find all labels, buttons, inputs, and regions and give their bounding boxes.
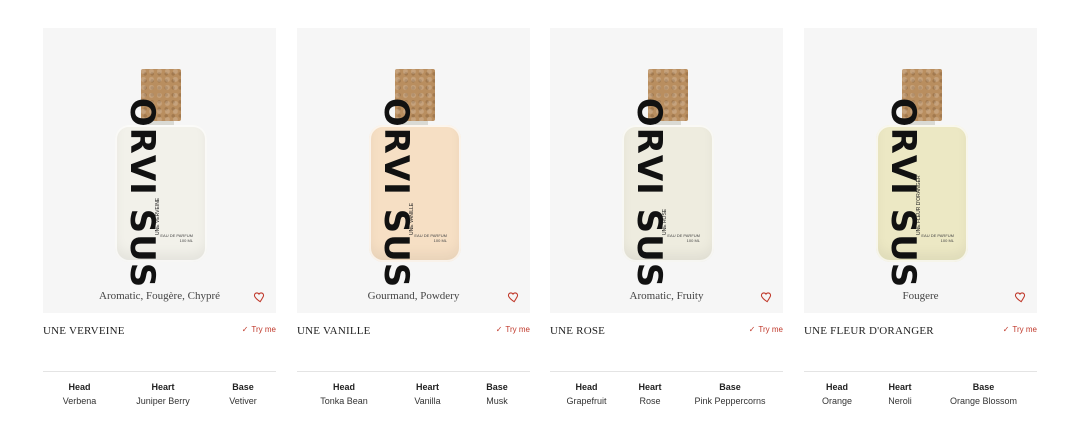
note-heart: Heart Juniper Berry: [136, 382, 190, 406]
note-heart: Heart Rose: [638, 382, 662, 406]
divider: [297, 371, 530, 372]
note-heart: Heart Vanilla: [414, 382, 441, 406]
product-image[interactable]: ORVI SUS UNE FLEUR D'ORANGER EAU DE PARF…: [804, 28, 1037, 313]
perfume-bottle: ORVI SUS UNE FLEUR D'ORANGER EAU DE PARF…: [876, 69, 968, 288]
product-name[interactable]: UNE ROSE: [550, 325, 605, 337]
product-card[interactable]: ORVI SUS UNE FLEUR D'ORANGER EAU DE PARF…: [804, 28, 1037, 428]
product-image[interactable]: ORVI SUS UNE VANILLE EAU DE PARFUM 100 ML…: [297, 28, 530, 313]
checkmark-icon: ✓: [1002, 325, 1010, 334]
perfume-bottle: ORVI SUS UNE VANILLE EAU DE PARFUM 100 ML: [369, 69, 461, 288]
bottle-scent-name: UNE ROSE: [662, 208, 668, 235]
product-card[interactable]: ORVI SUS UNE ROSE EAU DE PARFUM 100 ML Ar…: [550, 28, 783, 428]
bottle-scent-name: UNE FLEUR D'ORANGER: [916, 175, 922, 235]
scent-notes: Head Tonka Bean Heart Vanilla Base Musk: [297, 382, 530, 406]
product-tagline: Gourmand, Powdery: [367, 290, 460, 302]
product-grid: ORVI SUS UNE VERVEINE EAU DE PARFUM 100 M…: [43, 28, 1037, 428]
product-card[interactable]: ORVI SUS UNE VERVEINE EAU DE PARFUM 100 M…: [43, 28, 276, 428]
heart-outline-icon[interactable]: [1013, 290, 1027, 304]
bottle-label: ORVI SUS UNE VANILLE EAU DE PARFUM 100 ML: [376, 98, 449, 288]
scent-notes: Head Verbena Heart Juniper Berry Base Vetiv…: [43, 382, 276, 406]
note-head: Head Grapefruit: [566, 382, 607, 406]
bottle-label: ORVI SUS UNE VERVEINE EAU DE PARFUM 100 M…: [122, 98, 195, 288]
heart-outline-icon[interactable]: [506, 290, 520, 304]
bottle-scent-name: UNE VANILLE: [409, 202, 415, 235]
heart-outline-icon[interactable]: [759, 290, 773, 304]
bottle-edp: EAU DE PARFUM 100 ML: [160, 233, 193, 243]
divider: [804, 371, 1037, 372]
divider: [550, 371, 783, 372]
checkmark-icon: ✓: [241, 325, 249, 334]
note-heart: Heart Neroli: [888, 382, 912, 406]
bottle-edp: EAU DE PARFUM 100 ML: [414, 233, 447, 243]
product-image[interactable]: ORVI SUS UNE ROSE EAU DE PARFUM 100 ML Ar…: [550, 28, 783, 313]
note-head: Head Verbena: [62, 382, 97, 406]
checkmark-icon: ✓: [748, 325, 756, 334]
product-name[interactable]: UNE FLEUR D'ORANGER: [804, 325, 934, 337]
note-base: Base Vetiver: [229, 382, 257, 406]
note-head: Head Orange: [821, 382, 853, 406]
scent-notes: Head Orange Heart Neroli Base Orange Blosso…: [804, 382, 1037, 406]
note-base: Base Orange Blossom: [949, 382, 1018, 406]
bottle-label: ORVI SUS UNE ROSE EAU DE PARFUM 100 ML: [629, 98, 702, 288]
product-name[interactable]: UNE VERVEINE: [43, 325, 125, 337]
try-me-link[interactable]: ✓ Try me: [496, 325, 530, 334]
bottle-edp: EAU DE PARFUM 100 ML: [921, 233, 954, 243]
checkmark-icon: ✓: [495, 325, 503, 334]
note-head: Head Tonka Bean: [320, 382, 368, 406]
product-tagline: Fougere: [902, 290, 939, 302]
bottle-label: ORVI SUS UNE FLEUR D'ORANGER EAU DE PARF…: [883, 98, 956, 288]
scent-notes: Head Grapefruit Heart Rose Base Pink Pepper…: [550, 382, 783, 406]
perfume-bottle: ORVI SUS UNE VERVEINE EAU DE PARFUM 100 M…: [115, 69, 207, 288]
note-base: Base Musk: [486, 382, 508, 406]
divider: [43, 371, 276, 372]
product-name[interactable]: UNE VANILLE: [297, 325, 371, 337]
product-tagline: Aromatic, Fougère, Chypré: [99, 290, 220, 302]
note-base: Base Pink Peppercorns: [694, 382, 766, 406]
perfume-bottle: ORVI SUS UNE ROSE EAU DE PARFUM 100 ML: [622, 69, 714, 288]
try-me-link[interactable]: ✓ Try me: [749, 325, 783, 334]
heart-outline-icon[interactable]: [252, 290, 266, 304]
try-me-link[interactable]: ✓ Try me: [242, 325, 276, 334]
bottle-edp: EAU DE PARFUM 100 ML: [667, 233, 700, 243]
product-card[interactable]: ORVI SUS UNE VANILLE EAU DE PARFUM 100 ML…: [297, 28, 530, 428]
bottle-scent-name: UNE VERVEINE: [155, 197, 161, 235]
try-me-link[interactable]: ✓ Try me: [1003, 325, 1037, 334]
product-image[interactable]: ORVI SUS UNE VERVEINE EAU DE PARFUM 100 M…: [43, 28, 276, 313]
product-tagline: Aromatic, Fruity: [629, 290, 704, 302]
